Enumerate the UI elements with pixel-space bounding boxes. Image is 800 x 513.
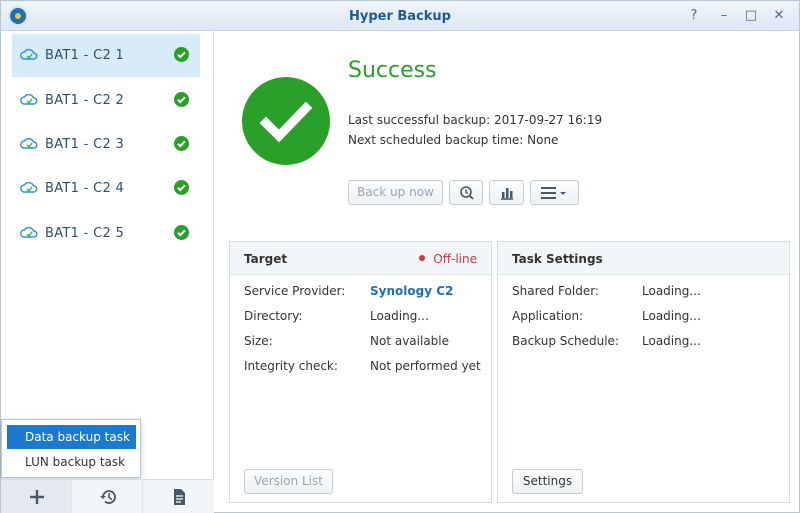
settings-button[interactable]: Settings (512, 469, 583, 494)
task-settings-panel-title: Task Settings (512, 252, 603, 266)
application-label: Application: (512, 309, 584, 323)
clock-search-icon (460, 186, 474, 200)
cloud-backup-icon (20, 48, 38, 60)
menu-item-data-backup-task[interactable]: Data backup task (7, 425, 136, 449)
target-panel: Target Off-line Service Provider: Synolo… (229, 241, 492, 503)
task-label: BAT1 - C2 1 (45, 48, 125, 63)
directory-label: Directory: (244, 309, 303, 323)
success-check-icon (174, 225, 189, 240)
minimize-button[interactable]: – (715, 7, 733, 25)
size-value: Not available (370, 334, 450, 348)
task-settings-panel-header: Task Settings (498, 242, 789, 275)
integrity-check-label: Integrity check: (244, 359, 338, 373)
hyper-backup-window: Hyper Backup ? – □ ✕ BAT1 - C2 1 BAT1 - … (0, 0, 800, 513)
task-item-5[interactable]: BAT1 - C2 5 (12, 212, 200, 255)
task-detail-pane: Success Last successful backup: 2017-09-… (215, 31, 799, 513)
more-actions-menu-button[interactable] (530, 180, 579, 205)
shared-folder-label: Shared Folder: (512, 284, 599, 298)
restore-button[interactable] (72, 480, 143, 513)
add-task-button[interactable] (1, 480, 72, 513)
close-button[interactable]: ✕ (770, 7, 788, 25)
statistics-button[interactable] (489, 180, 524, 205)
help-button[interactable]: ? (685, 7, 703, 25)
create-task-menu: Data backup task LUN backup task (1, 419, 141, 478)
task-item-1[interactable]: BAT1 - C2 1 (12, 34, 200, 77)
title-bar[interactable]: Hyper Backup ? – □ ✕ (1, 1, 799, 31)
back-up-now-button[interactable]: Back up now (348, 180, 443, 205)
task-label: BAT1 - C2 2 (45, 93, 125, 108)
target-panel-title: Target (244, 252, 288, 266)
task-label: BAT1 - C2 3 (45, 137, 125, 152)
success-status-icon (242, 77, 330, 165)
service-provider-link[interactable]: Synology C2 (370, 284, 453, 298)
bar-chart-icon (501, 188, 513, 200)
size-label: Size: (244, 334, 273, 348)
log-button[interactable] (143, 480, 214, 513)
application-value: Loading... (642, 309, 701, 323)
task-sidebar: BAT1 - C2 1 BAT1 - C2 2 BAT1 - C2 3 BAT1… (1, 31, 214, 513)
version-list-button[interactable]: Version List (244, 469, 333, 494)
maximize-button[interactable]: □ (742, 7, 760, 25)
menu-item-lun-backup-task[interactable]: LUN backup task (7, 450, 136, 474)
window-title: Hyper Backup (348, 9, 451, 24)
last-backup-text: Last successful backup: 2017-09-27 16:19 (348, 113, 603, 127)
task-item-3[interactable]: BAT1 - C2 3 (12, 123, 200, 166)
status-title: Success (348, 58, 437, 83)
task-label: BAT1 - C2 5 (45, 226, 125, 241)
task-label: BAT1 - C2 4 (45, 181, 125, 196)
cloud-backup-icon (20, 137, 38, 149)
success-check-icon (174, 47, 189, 62)
backup-schedule-value: Loading... (642, 334, 701, 348)
task-settings-panel: Task Settings Shared Folder: Loading... … (497, 241, 790, 503)
success-check-icon (174, 92, 189, 107)
plus-icon (30, 490, 44, 504)
version-browse-button[interactable] (449, 180, 483, 205)
offline-status: Off-line (419, 252, 477, 266)
next-backup-text: Next scheduled backup time: None (348, 133, 559, 147)
task-item-4[interactable]: BAT1 - C2 4 (12, 167, 200, 210)
restore-history-icon (100, 490, 116, 504)
integrity-check-value: Not performed yet (370, 359, 481, 373)
success-check-icon (174, 180, 189, 195)
sidebar-bottom-toolbar (1, 479, 214, 513)
cloud-backup-icon (20, 93, 38, 105)
hamburger-dropdown-icon (541, 187, 566, 199)
shared-folder-value: Loading... (642, 284, 701, 298)
cloud-backup-icon (20, 181, 38, 193)
directory-value: Loading... (370, 309, 429, 323)
backup-schedule-label: Backup Schedule: (512, 334, 619, 348)
cloud-backup-icon (20, 226, 38, 238)
offline-dot-icon (419, 255, 426, 261)
offline-label: Off-line (433, 252, 477, 266)
target-panel-header: Target Off-line (230, 242, 491, 275)
task-item-2[interactable]: BAT1 - C2 2 (12, 79, 200, 122)
service-provider-label: Service Provider: (244, 284, 346, 298)
document-log-icon (174, 489, 185, 505)
success-check-icon (174, 136, 189, 151)
